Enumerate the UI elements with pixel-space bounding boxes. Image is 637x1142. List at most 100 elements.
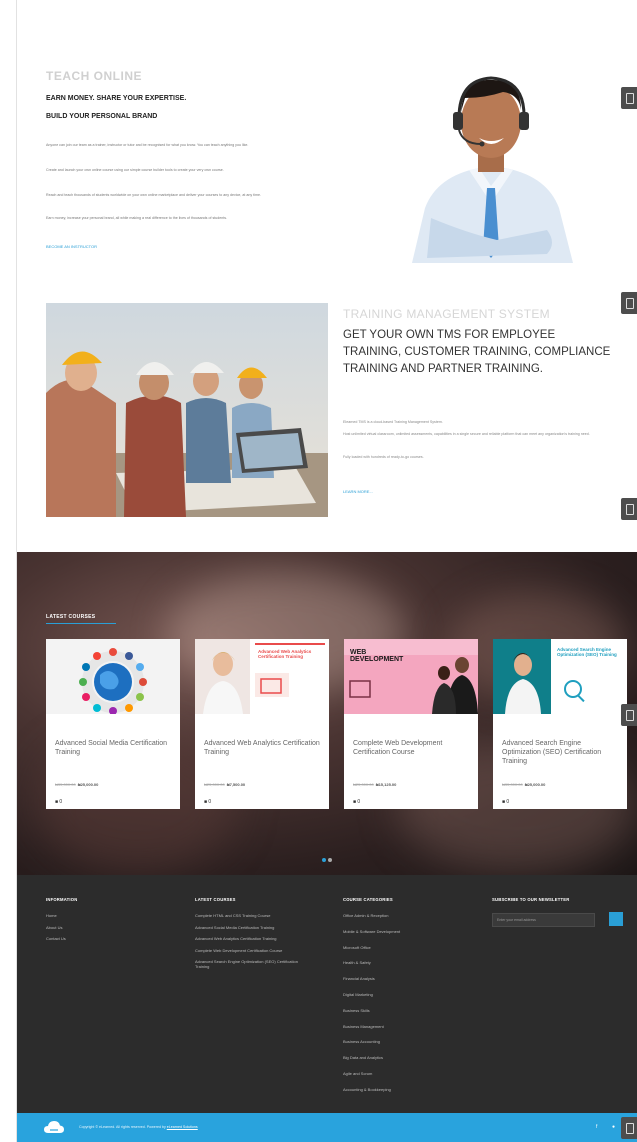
- student-count: 0: [357, 799, 361, 805]
- footer-column-title: COURSE CATEGORIES: [343, 897, 393, 902]
- footer-category-link[interactable]: Accounting & Bookkeeping: [343, 1087, 461, 1092]
- footer-category-link[interactable]: Agile and Scrum: [343, 1071, 461, 1076]
- user-icon: ■: [353, 799, 357, 805]
- carousel-dot[interactable]: [328, 858, 332, 862]
- course-thumbnail-caption: Advanced Search Engine Optimization (SEO…: [557, 647, 617, 657]
- powered-by-link[interactable]: eLearned Solutions: [167, 1125, 198, 1129]
- footer-column-title: LATEST COURSES: [195, 897, 236, 902]
- tms-paragraph: Elearned TMS is a cloud-based Training M…: [343, 420, 443, 424]
- footer-column-title: SUBSCRIBE TO OUR NEWSLETTER: [492, 897, 570, 902]
- scroll-to-section-icon[interactable]: [621, 1117, 637, 1139]
- footer-category-link[interactable]: Digital Marketing: [343, 992, 461, 997]
- footer-category-link[interactable]: Business Skills: [343, 1008, 461, 1013]
- become-instructor-link[interactable]: BECOME AN INSTRUCTOR: [46, 244, 97, 249]
- newsletter-email-input[interactable]: Enter your email address: [492, 913, 595, 927]
- learn-more-link[interactable]: LEARN MORE...: [343, 489, 373, 494]
- footer-link-contact[interactable]: Contact Us: [46, 936, 164, 941]
- course-price: ₦35,000.00 ₦25,000.00: [502, 782, 545, 787]
- footer-course-link[interactable]: Complete Web Development Certification C…: [195, 948, 313, 953]
- course-old-price: ₦35,000.00: [55, 782, 76, 787]
- footer-category-link[interactable]: Office Admin & Reception: [343, 913, 461, 918]
- course-current-price: ₦25,000.00: [77, 782, 99, 787]
- course-card[interactable]: WEB DEVELOPMENT Complete Web Development…: [344, 639, 478, 809]
- footer-information-column: INFORMATION Home About Us Contact Us: [46, 897, 164, 948]
- course-students: ■ 0: [353, 799, 360, 805]
- footer-category-link[interactable]: Financial Analysis: [343, 976, 461, 981]
- twitter-icon[interactable]: ●: [612, 1124, 615, 1130]
- course-current-price: ₦7,500.00: [226, 782, 246, 787]
- teach-paragraph: Create and launch your own online course…: [46, 168, 224, 172]
- tms-paragraph: Host unlimited virtual classroom, unlimi…: [343, 432, 590, 436]
- cloud-logo-icon[interactable]: [44, 1121, 64, 1134]
- course-title[interactable]: Advanced Search Engine Optimization (SEO…: [502, 739, 620, 766]
- teach-headline: EARN MONEY. SHARE YOUR EXPERTISE.: [46, 95, 187, 102]
- footer-link-about[interactable]: About Us: [46, 925, 164, 930]
- course-current-price: ₦15,125.00: [375, 782, 397, 787]
- course-title[interactable]: Advanced Social Media Certification Trai…: [55, 739, 173, 757]
- course-card[interactable]: Advanced Search Engine Optimization (SEO…: [493, 639, 627, 809]
- footer-category-link[interactable]: Business Accounting: [343, 1039, 461, 1044]
- footer-course-link[interactable]: Advanced Social Media Certification Trai…: [195, 925, 313, 930]
- student-count: 0: [506, 799, 510, 805]
- teach-subheadline: BUILD YOUR PERSONAL BRAND: [46, 113, 158, 120]
- facebook-icon[interactable]: f: [596, 1124, 597, 1130]
- carousel-dot[interactable]: [322, 858, 326, 862]
- teach-paragraph: Reach and teach thousands of students wo…: [46, 193, 261, 197]
- user-icon: ■: [204, 799, 208, 805]
- course-old-price: ₦25,000.00: [353, 782, 374, 787]
- footer-column-title: INFORMATION: [46, 897, 78, 902]
- tms-paragraph: Fully loaded with hundreds of ready-to-g…: [343, 455, 424, 459]
- teach-paragraph: Anyone can join our team as a trainer, i…: [46, 143, 249, 147]
- title-underline: [46, 623, 116, 624]
- course-price: ₦25,000.00 ₦7,500.00: [204, 782, 245, 787]
- scroll-to-section-icon[interactable]: [621, 498, 637, 520]
- copyright-text: Copyright © eLearned. All rights reserve…: [79, 1125, 198, 1129]
- footer-latest-courses-column: LATEST COURSES Complete HTML and CSS Tra…: [195, 897, 313, 976]
- footer-categories-column: COURSE CATEGORIES Office Admin & Recepti…: [343, 897, 461, 1103]
- course-card[interactable]: Advanced Web Analytics Certification Tra…: [195, 639, 329, 809]
- tms-section: TRAINING MANAGEMENT SYSTEM GET YOUR OWN …: [17, 275, 637, 552]
- course-thumbnail: [46, 639, 180, 714]
- course-old-price: ₦25,000.00: [204, 782, 225, 787]
- footer-category-link[interactable]: Mobile & Software Development: [343, 929, 461, 934]
- latest-courses-title: LATEST COURSES: [46, 614, 96, 620]
- copyright-label: Copyright © eLearned. All rights reserve…: [79, 1125, 166, 1129]
- scroll-to-section-icon[interactable]: [621, 87, 637, 109]
- footer-course-link[interactable]: Advanced Search Engine Optimization (SEO…: [195, 959, 313, 969]
- newsletter-submit-button[interactable]: [609, 912, 623, 926]
- footer-category-link[interactable]: Health & Safety: [343, 960, 461, 965]
- latest-courses-section: LATEST COURSES Advanced Social Media Cer…: [17, 552, 637, 875]
- course-thumbnail-caption: WEB DEVELOPMENT: [350, 649, 404, 663]
- course-price: ₦35,000.00 ₦25,000.00: [55, 782, 98, 787]
- course-title[interactable]: Complete Web Development Certification C…: [353, 739, 471, 757]
- course-students: ■ 0: [204, 799, 211, 805]
- footer-newsletter-column: SUBSCRIBE TO OUR NEWSLETTER Enter your e…: [492, 897, 623, 927]
- course-students: ■ 0: [55, 799, 62, 805]
- course-old-price: ₦35,000.00: [502, 782, 523, 787]
- scroll-to-section-icon[interactable]: [621, 292, 637, 314]
- footer-category-link[interactable]: Microsoft Office: [343, 945, 461, 950]
- footer-link-home[interactable]: Home: [46, 913, 164, 918]
- scroll-to-section-icon[interactable]: [621, 704, 637, 726]
- tms-headline: GET YOUR OWN TMS FOR EMPLOYEE TRAINING, …: [343, 329, 611, 375]
- footer-course-link[interactable]: Complete HTML and CSS Training Course: [195, 913, 313, 918]
- course-students: ■ 0: [502, 799, 509, 805]
- footer-category-link[interactable]: Business Management: [343, 1024, 461, 1029]
- teach-paragraph: Earn money, increase your personal brand…: [46, 216, 228, 220]
- course-price: ₦25,000.00 ₦15,125.00: [353, 782, 396, 787]
- teach-online-section: TEACH ONLINE EARN MONEY. SHARE YOUR EXPE…: [17, 0, 637, 275]
- bottom-bar: Copyright © eLearned. All rights reserve…: [17, 1113, 637, 1142]
- footer-course-link[interactable]: Advanced Web Analytics Certification Tra…: [195, 936, 313, 941]
- instructor-portrait-image: [412, 76, 573, 263]
- tms-eyebrow: TRAINING MANAGEMENT SYSTEM: [343, 307, 550, 321]
- course-card[interactable]: Advanced Social Media Certification Trai…: [46, 639, 180, 809]
- footer: INFORMATION Home About Us Contact Us LAT…: [17, 875, 637, 1113]
- course-current-price: ₦25,000.00: [524, 782, 546, 787]
- course-title[interactable]: Advanced Web Analytics Certification Tra…: [204, 739, 322, 757]
- teach-eyebrow: TEACH ONLINE: [46, 69, 142, 83]
- team-construction-photo: [46, 303, 328, 517]
- student-count: 0: [59, 799, 63, 805]
- footer-category-link[interactable]: Big Data and Analytics: [343, 1055, 461, 1060]
- carousel-pagination: [322, 849, 334, 867]
- user-icon: ■: [55, 799, 59, 805]
